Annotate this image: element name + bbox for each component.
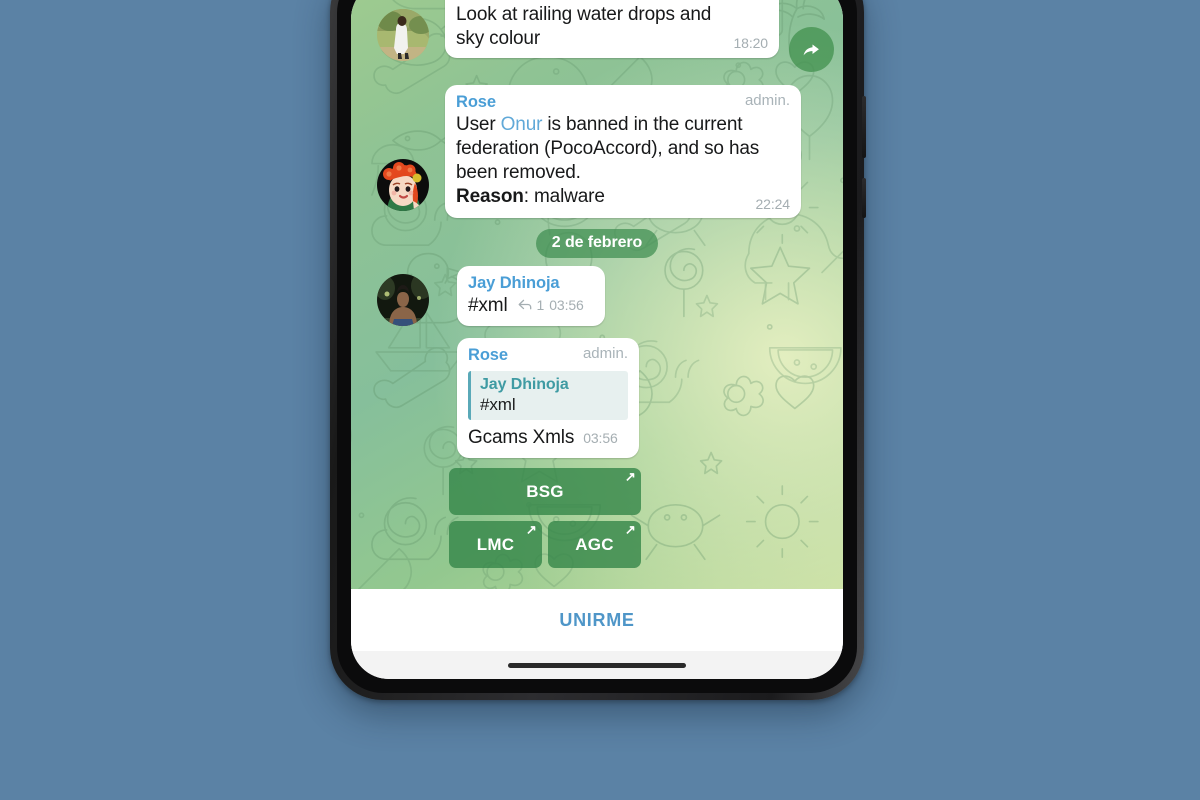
join-button-label: UNIRME xyxy=(559,609,635,630)
join-channel-bar[interactable]: UNIRME xyxy=(351,589,843,651)
rose-reply-text: Gcams Xmls xyxy=(468,427,575,449)
admin-badge: admin. xyxy=(744,92,790,109)
ban-message-bubble[interactable]: Rose admin. User Onur is banned in the c… xyxy=(445,85,801,219)
power-button[interactable] xyxy=(862,96,866,158)
message-sender-name: Jay Dhinoja xyxy=(468,274,560,292)
date-label: 2 de febrero xyxy=(535,229,659,258)
reason-label: Reason xyxy=(456,186,524,207)
ban-message-time: 22:24 xyxy=(755,196,790,213)
photo-message-bubble[interactable]: Look at railing water drops and sky colo… xyxy=(445,0,779,59)
external-link-icon: ↗ xyxy=(525,522,537,537)
inline-button-label: LMC xyxy=(476,534,515,554)
inline-keyboard: BSG ↗ LMC ↗ AGC ↗ xyxy=(449,468,641,568)
message-list: Look at railing water drops and sky colo… xyxy=(351,0,843,589)
phone-device-frame: Look at railing water drops and sky colo… xyxy=(330,0,866,700)
photo-caption: Look at railing water drops and sky colo… xyxy=(445,0,779,58)
inline-button-label: BSG xyxy=(526,481,564,501)
inline-button-agc[interactable]: AGC ↗ xyxy=(548,521,641,568)
jay-message-text: #xml xyxy=(468,294,508,316)
rose-reply-bubble[interactable]: Rose admin. Jay Dhinoja #xml Gcams Xmls … xyxy=(457,338,639,459)
date-divider: 2 de febrero xyxy=(351,229,843,258)
photo-caption-text: Look at railing water drops and sky colo… xyxy=(456,4,712,50)
jay-message-bubble[interactable]: Jay Dhinoja #xml 1 03:56 xyxy=(457,266,605,326)
message-sender-name: Rose xyxy=(456,93,496,111)
quoted-message[interactable]: Jay Dhinoja #xml xyxy=(468,370,628,421)
inline-button-lmc[interactable]: LMC ↗ xyxy=(449,521,542,568)
home-indicator[interactable] xyxy=(508,662,686,668)
inline-button-bsg[interactable]: BSG ↗ xyxy=(449,468,641,515)
phone-bezel: Look at railing water drops and sky colo… xyxy=(337,0,857,693)
chat-conversation-area[interactable]: Look at railing water drops and sky colo… xyxy=(351,0,843,589)
photo-message-time: 18:20 xyxy=(733,35,768,52)
inline-button-label: AGC xyxy=(575,534,614,554)
reply-arrow-icon xyxy=(518,299,531,310)
ban-text-part-1: User xyxy=(456,113,501,135)
inline-keyboard-row: BSG ↗ xyxy=(449,468,641,515)
admin-badge: admin. xyxy=(582,345,628,362)
forward-message-button[interactable] xyxy=(789,27,834,72)
forward-arrow-icon xyxy=(803,44,819,55)
volume-button[interactable] xyxy=(862,178,866,218)
android-navigation-strip xyxy=(351,651,843,679)
phone-screen: Look at railing water drops and sky colo… xyxy=(351,0,843,679)
reply-count: 1 xyxy=(536,296,545,313)
jay-message-meta: 1 03:56 xyxy=(518,297,584,313)
inline-keyboard-row: LMC ↗ AGC ↗ xyxy=(449,521,641,568)
user-mention[interactable]: Onur xyxy=(501,114,543,135)
external-link-icon: ↗ xyxy=(624,469,636,484)
quoted-author: Jay Dhinoja xyxy=(480,375,569,393)
avatar-person-white-outfit[interactable] xyxy=(377,9,429,61)
jay-message-time: 03:56 xyxy=(549,296,584,313)
quoted-text: #xml xyxy=(480,394,516,414)
external-link-icon: ↗ xyxy=(624,522,636,537)
avatar-jay-dhinoja[interactable] xyxy=(377,274,429,326)
ban-message-text: User Onur is banned in the current feder… xyxy=(456,113,790,210)
avatar-rose-redhead[interactable] xyxy=(377,159,429,211)
rose-reply-time: 03:56 xyxy=(583,430,618,447)
reason-value: : malware xyxy=(523,186,605,207)
